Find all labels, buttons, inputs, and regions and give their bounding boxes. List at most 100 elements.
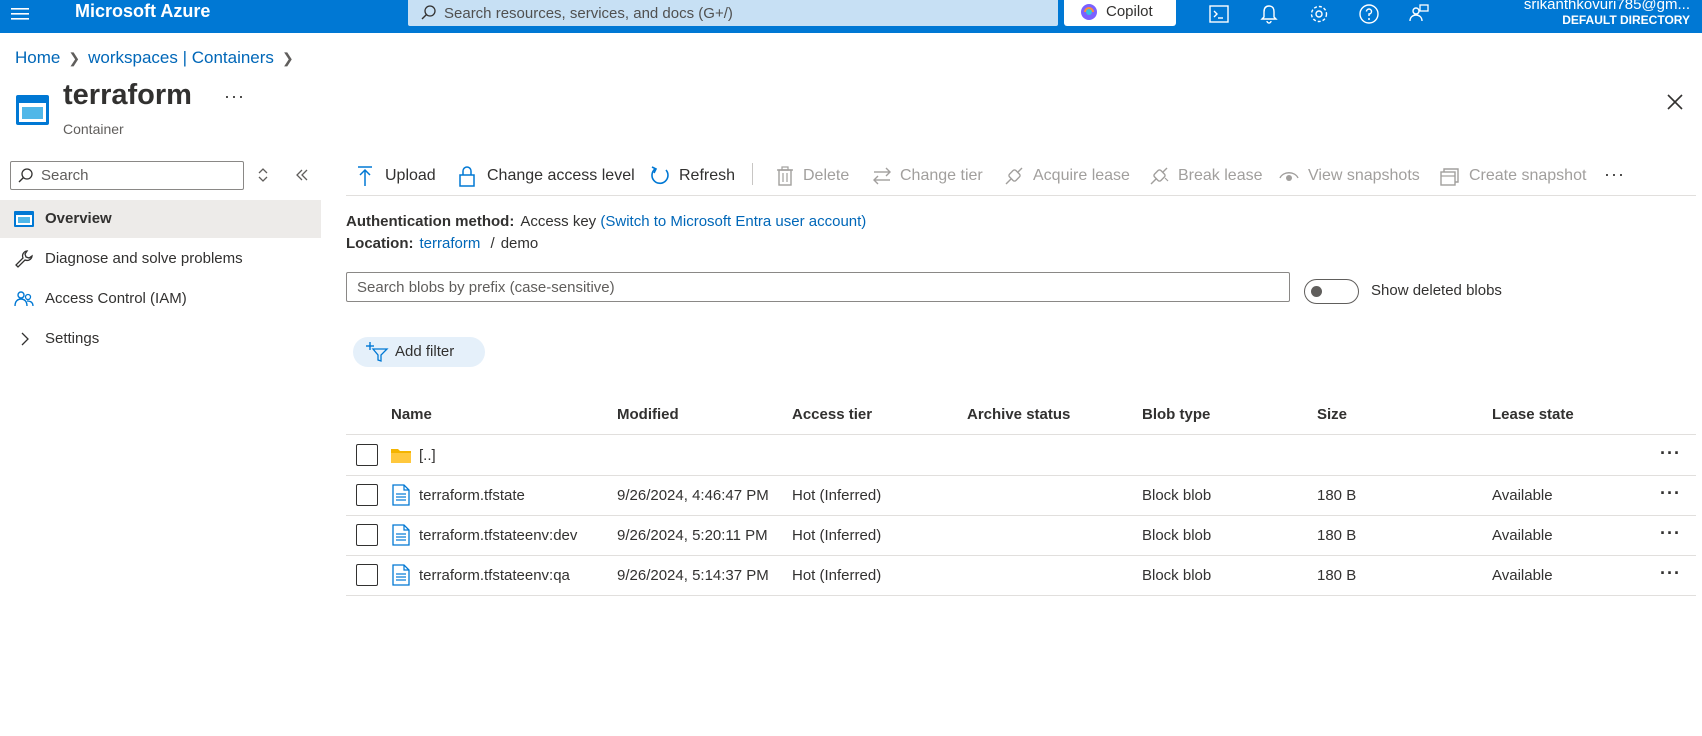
add-filter-label: Add filter	[395, 343, 455, 360]
blob-lease-state: Available	[1492, 527, 1553, 544]
blob-search[interactable]	[346, 272, 1290, 302]
nav-item-overview[interactable]: Overview	[0, 200, 321, 238]
row-more-icon[interactable]: ···	[1660, 443, 1681, 464]
container-icon	[16, 95, 49, 125]
auth-label: Authentication method:	[346, 213, 515, 230]
auth-method: Authentication method: Access key (Switch…	[346, 213, 866, 230]
menu-icon[interactable]	[10, 3, 30, 25]
help-icon[interactable]	[1357, 2, 1381, 26]
blob-name[interactable]: terraform.tfstate	[419, 487, 525, 504]
break-lease-label: Break lease	[1178, 167, 1263, 184]
nav-search[interactable]	[10, 161, 244, 190]
nav-item-diagnose[interactable]: Diagnose and solve problems	[0, 240, 321, 278]
breadcrumb: Home ❯ workspaces | Containers ❯	[15, 48, 302, 68]
people-icon	[14, 291, 34, 307]
column-header-name[interactable]: Name	[391, 406, 432, 423]
delete-button[interactable]: Delete	[774, 163, 854, 189]
column-header-lease-state[interactable]: Lease state	[1492, 406, 1574, 423]
view-snapshots-button[interactable]: View snapshots	[1278, 163, 1420, 189]
upload-button[interactable]: Upload	[354, 163, 444, 189]
change-access-label: Change access level	[487, 167, 635, 184]
breadcrumb-workspaces[interactable]: workspaces | Containers	[88, 48, 274, 67]
breadcrumb-home[interactable]: Home	[15, 48, 60, 67]
nav-item-label: Diagnose and solve problems	[45, 250, 243, 267]
auth-value: Access key	[520, 213, 597, 230]
global-search[interactable]	[408, 0, 1058, 26]
link-icon	[1005, 167, 1023, 185]
sort-icon[interactable]	[256, 167, 270, 183]
swap-icon	[873, 167, 891, 185]
global-search-input[interactable]	[444, 0, 1044, 26]
nav-search-input[interactable]	[41, 165, 231, 186]
location-link[interactable]: terraform	[420, 235, 481, 252]
feedback-icon[interactable]	[1407, 2, 1431, 26]
chevron-right-icon: ❯	[68, 50, 81, 66]
row-more-icon[interactable]: ···	[1660, 483, 1681, 504]
file-icon	[392, 564, 410, 586]
switch-auth-link[interactable]: (Switch to Microsoft Entra user account)	[600, 213, 866, 230]
add-filter-button[interactable]: Add filter	[353, 337, 485, 367]
create-snapshot-button[interactable]: Create snapshot	[1439, 163, 1589, 189]
table-row[interactable]: [..] ···	[346, 436, 1696, 476]
row-checkbox[interactable]	[356, 564, 378, 586]
blob-modified: 9/26/2024, 5:20:11 PM	[617, 527, 768, 544]
user-directory: DEFAULT DIRECTORY	[1562, 13, 1690, 27]
user-account[interactable]: srikanthkovuri785@gm... DEFAULT DIRECTOR…	[1524, 0, 1690, 27]
row-checkbox[interactable]	[356, 484, 378, 506]
more-commands-icon[interactable]: ···	[1604, 164, 1625, 185]
show-deleted-label: Show deleted blobs	[1371, 282, 1502, 299]
row-checkbox[interactable]	[356, 444, 378, 466]
nav-item-settings[interactable]: Settings	[0, 320, 321, 358]
blob-modified: 9/26/2024, 4:46:47 PM	[617, 487, 769, 504]
column-header-size[interactable]: Size	[1317, 406, 1347, 423]
nav-item-label: Settings	[45, 330, 100, 347]
table-row[interactable]: terraform.tfstateenv:qa 9/26/2024, 5:14:…	[346, 556, 1696, 596]
blob-size: 180 B	[1317, 567, 1357, 584]
column-header-modified[interactable]: Modified	[617, 406, 679, 423]
brand-title[interactable]: Microsoft Azure	[75, 1, 210, 22]
refresh-button[interactable]: Refresh	[649, 163, 739, 189]
nav-item-access-control[interactable]: Access Control (IAM)	[0, 280, 321, 318]
change-tier-label: Change tier	[900, 167, 983, 184]
blob-name[interactable]: [..]	[419, 447, 436, 464]
search-icon	[18, 168, 33, 183]
blob-name[interactable]: terraform.tfstateenv:dev	[419, 527, 577, 544]
blob-search-input[interactable]	[357, 276, 1277, 298]
folder-icon	[391, 449, 411, 463]
upload-label: Upload	[385, 167, 436, 184]
table-row[interactable]: terraform.tfstate 9/26/2024, 4:46:47 PM …	[346, 476, 1696, 516]
break-lease-button[interactable]: Break lease	[1148, 163, 1263, 189]
file-icon	[392, 484, 410, 506]
blob-name[interactable]: terraform.tfstateenv:qa	[419, 567, 570, 584]
collapse-icon[interactable]	[294, 167, 310, 183]
change-access-level-button[interactable]: Change access level	[456, 163, 636, 189]
change-tier-button[interactable]: Change tier	[871, 163, 986, 189]
broken-link-icon	[1150, 167, 1169, 185]
page-subtitle: Container	[63, 121, 124, 137]
location-label: Location:	[346, 235, 414, 252]
close-icon[interactable]	[1665, 92, 1685, 112]
acquire-lease-button[interactable]: Acquire lease	[1003, 163, 1133, 189]
gear-icon[interactable]	[1307, 2, 1331, 26]
toggle-knob	[1311, 286, 1322, 297]
column-header-access-tier[interactable]: Access tier	[792, 406, 872, 423]
cloud-shell-icon[interactable]	[1207, 2, 1231, 26]
row-checkbox[interactable]	[356, 524, 378, 546]
row-more-icon[interactable]: ···	[1660, 563, 1681, 584]
bell-icon[interactable]	[1257, 2, 1281, 26]
acquire-lease-label: Acquire lease	[1033, 167, 1130, 184]
upload-icon	[358, 166, 372, 186]
column-header-blob-type[interactable]: Blob type	[1142, 406, 1210, 423]
blob-size: 180 B	[1317, 527, 1357, 544]
blob-size: 180 B	[1317, 487, 1357, 504]
lock-icon	[459, 166, 475, 187]
nav-item-label: Access Control (IAM)	[45, 290, 187, 307]
table-row[interactable]: terraform.tfstateenv:dev 9/26/2024, 5:20…	[346, 516, 1696, 556]
copilot-icon	[1081, 4, 1097, 20]
copilot-button[interactable]: Copilot	[1064, 0, 1176, 26]
file-icon	[392, 524, 410, 546]
more-options-icon[interactable]: ···	[224, 86, 245, 107]
row-more-icon[interactable]: ···	[1660, 523, 1681, 544]
column-header-archive-status[interactable]: Archive status	[967, 406, 1070, 423]
show-deleted-toggle[interactable]	[1304, 279, 1359, 304]
